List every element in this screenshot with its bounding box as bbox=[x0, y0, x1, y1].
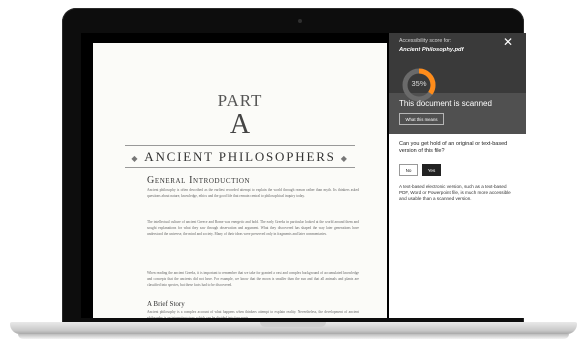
part-letter: A bbox=[229, 109, 251, 140]
diamond-ornament-icon: ◆ bbox=[131, 153, 140, 163]
part-label: PART bbox=[217, 91, 263, 110]
title-rule-bottom bbox=[125, 167, 355, 168]
yes-button[interactable]: Yes bbox=[422, 164, 441, 176]
subheading: A Brief Story bbox=[147, 300, 185, 308]
section-heading: General Introduction bbox=[147, 175, 251, 186]
laptop-notch bbox=[260, 322, 326, 327]
close-icon[interactable]: ✕ bbox=[501, 35, 515, 49]
paragraph: Ancient philosophy is often described as… bbox=[147, 188, 359, 198]
what-this-means-button[interactable]: What this means bbox=[399, 113, 444, 125]
document-page[interactable]: PART A ◆ ANCIENT PHILOSOPHERS ◆ General In… bbox=[93, 43, 387, 318]
score-label: Accessibility score for: bbox=[399, 38, 452, 44]
paragraph: The intellectual culture of ancient Gree… bbox=[147, 220, 359, 236]
score-percent: 35% bbox=[411, 79, 427, 88]
laptop-screen: PART A ◆ ANCIENT PHILOSOPHERS ◆ General In… bbox=[81, 33, 526, 318]
help-text: A text-based electronic version, such as… bbox=[399, 184, 511, 202]
diamond-ornament-icon: ◆ bbox=[340, 153, 349, 163]
file-name: Ancient Philosophy.pdf bbox=[399, 47, 464, 53]
no-button[interactable]: No bbox=[399, 164, 418, 176]
status-title: This document is scanned bbox=[399, 99, 492, 108]
title-rule-top bbox=[125, 145, 355, 146]
camera-icon bbox=[298, 19, 302, 23]
paragraph: When reading the ancient Greeks, it is i… bbox=[147, 271, 359, 287]
laptop-shadow bbox=[18, 334, 569, 339]
paragraph: Ancient philosophy is a complex account … bbox=[147, 310, 359, 318]
accessibility-panel: Accessibility score for: Ancient Philoso… bbox=[389, 33, 526, 318]
original-file-question: Can you get hold of an original or text-… bbox=[399, 141, 508, 154]
chapter-title: ◆ ANCIENT PHILOSOPHERS ◆ bbox=[93, 149, 387, 165]
chapter-title-text: ANCIENT PHILOSOPHERS bbox=[144, 149, 336, 164]
